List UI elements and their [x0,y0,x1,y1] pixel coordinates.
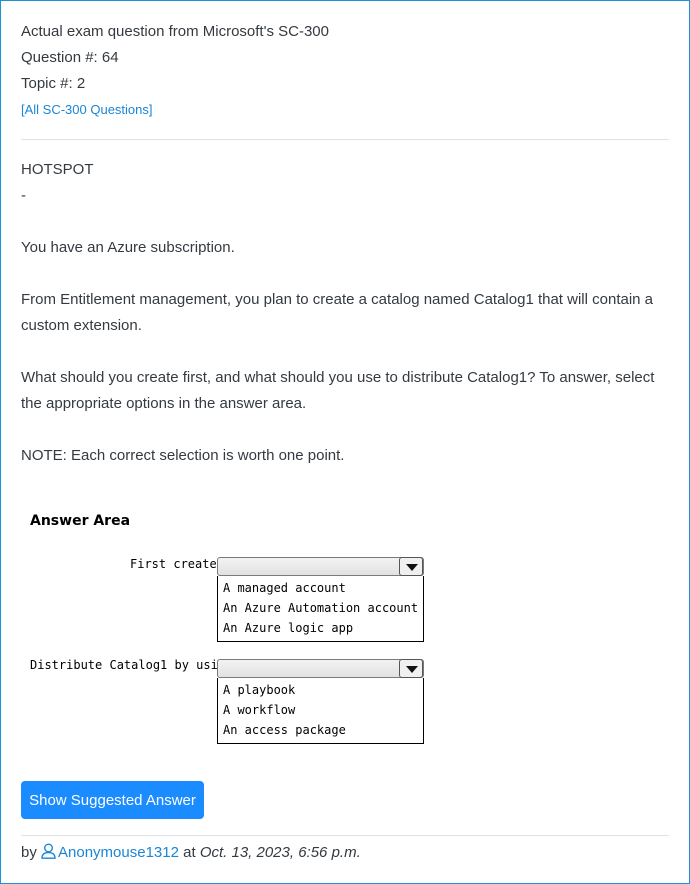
question-number: Question #: 64 [21,49,119,66]
header-divider [21,139,669,140]
distribute-label: Distribute Catalog1 by using: [30,658,240,672]
post-date: Oct. 13, 2023, 6:56 p.m. [199,844,361,861]
question-card: Actual exam question from Microsoft's SC… [0,0,690,884]
answer-area-title: Answer Area [30,513,131,529]
footer-divider [21,835,669,836]
question-paragraph-3: What should you create first, and what s… [21,369,655,412]
question-type: HOTSPOT [21,161,94,178]
question-paragraph-2: From Entitlement management, you plan to… [21,291,654,334]
dropdown-option[interactable]: An Azure Automation account [218,598,423,618]
by-text: by [21,844,37,861]
first-create-dropdown[interactable]: A managed account An Azure Automation ac… [217,557,424,642]
dropdown-option[interactable]: A playbook [218,680,423,700]
question-header: Actual exam question from Microsoft's SC… [21,21,329,125]
distribute-options: A playbook A workflow An access package [217,678,424,744]
question-dash: - [21,187,26,204]
first-create-select[interactable] [217,557,424,576]
chevron-down-icon[interactable] [399,557,423,576]
all-questions-link[interactable]: [All SC-300 Questions] [21,102,153,117]
first-create-options: A managed account An Azure Automation ac… [217,576,424,642]
question-note: NOTE: Each correct selection is worth on… [21,447,345,464]
show-suggested-answer-button[interactable]: Show Suggested Answer [21,781,204,819]
user-icon [41,843,56,859]
topic-number: Topic #: 2 [21,75,86,92]
dropdown-option[interactable]: A workflow [218,700,423,720]
at-text: at [183,844,196,861]
distribute-select[interactable] [217,659,424,678]
dropdown-option[interactable]: An Azure logic app [218,618,423,638]
chevron-down-icon[interactable] [399,659,423,678]
question-paragraph-1: You have an Azure subscription. [21,239,235,256]
distribute-dropdown[interactable]: A playbook A workflow An access package [217,659,424,744]
first-create-label: First create: [130,557,224,571]
author-username[interactable]: Anonymouse1312 [58,844,179,861]
dropdown-option[interactable]: A managed account [218,578,423,598]
exam-title: Actual exam question from Microsoft's SC… [21,23,329,40]
author-line: by Anonymouse1312 at Oct. 13, 2023, 6:56… [21,843,361,861]
dropdown-option[interactable]: An access package [218,720,423,740]
